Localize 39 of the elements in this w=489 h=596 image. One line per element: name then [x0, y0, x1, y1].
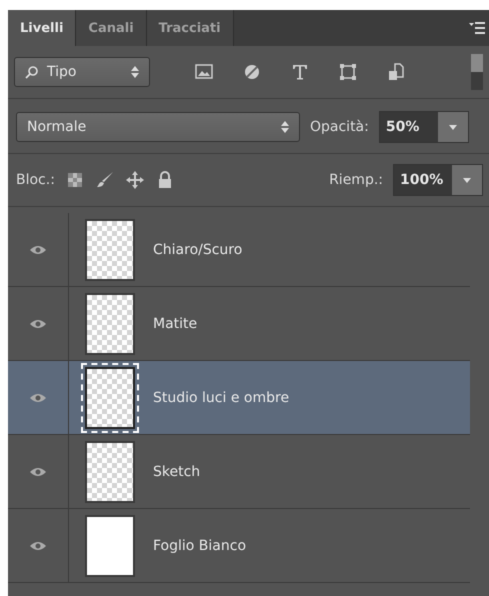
search-icon: [25, 65, 39, 79]
layer-thumbnail: [85, 514, 135, 576]
fill-label: Riemp.:: [329, 172, 383, 188]
type-icon[interactable]: [290, 62, 310, 82]
eye-icon[interactable]: [30, 392, 46, 402]
layer-name: Foglio Bianco: [153, 538, 246, 554]
layer-row[interactable]: Sketch: [8, 435, 470, 509]
layer-row[interactable]: Foglio Bianco: [8, 509, 470, 583]
layer-row[interactable]: Chiaro/Scuro: [8, 213, 470, 287]
layer-name: Matite: [153, 316, 198, 332]
half-circle-icon[interactable]: [242, 62, 262, 82]
layer-name: Chiaro/Scuro: [153, 242, 242, 258]
move-icon[interactable]: [124, 170, 145, 190]
panel-menu-icon[interactable]: [469, 22, 485, 34]
layer-row[interactable]: Matite: [8, 287, 470, 361]
eye-icon[interactable]: [30, 466, 46, 476]
opacity-label: Opacità:: [310, 119, 369, 135]
layer-thumbnail: [85, 218, 135, 280]
smart-object-icon[interactable]: [386, 62, 406, 82]
shape-icon[interactable]: [338, 62, 358, 82]
layer-name: Studio luci e ombre: [153, 390, 290, 406]
eye-icon[interactable]: [30, 540, 46, 550]
filter-toggle-icon[interactable]: [471, 54, 483, 90]
panel-tab[interactable]: Canali: [76, 10, 147, 46]
layer-thumbnail: [85, 440, 135, 502]
layer-name: Sketch: [153, 464, 200, 480]
lock-label: Bloc.:: [16, 172, 55, 188]
blend-mode-select[interactable]: Normale: [16, 112, 300, 142]
layer-thumbnail: [85, 292, 135, 354]
brush-icon[interactable]: [94, 170, 115, 190]
updown-icon: [131, 66, 139, 78]
layer-row[interactable]: Studio luci e ombre: [8, 361, 470, 435]
eye-icon[interactable]: [30, 318, 46, 328]
updown-icon: [281, 121, 289, 133]
filter-select[interactable]: Tipo: [14, 57, 150, 87]
panel-tab[interactable]: Livelli: [8, 10, 76, 46]
image-icon[interactable]: [194, 62, 214, 82]
panel-tab[interactable]: Tracciati: [146, 10, 234, 46]
eye-icon[interactable]: [30, 244, 46, 254]
